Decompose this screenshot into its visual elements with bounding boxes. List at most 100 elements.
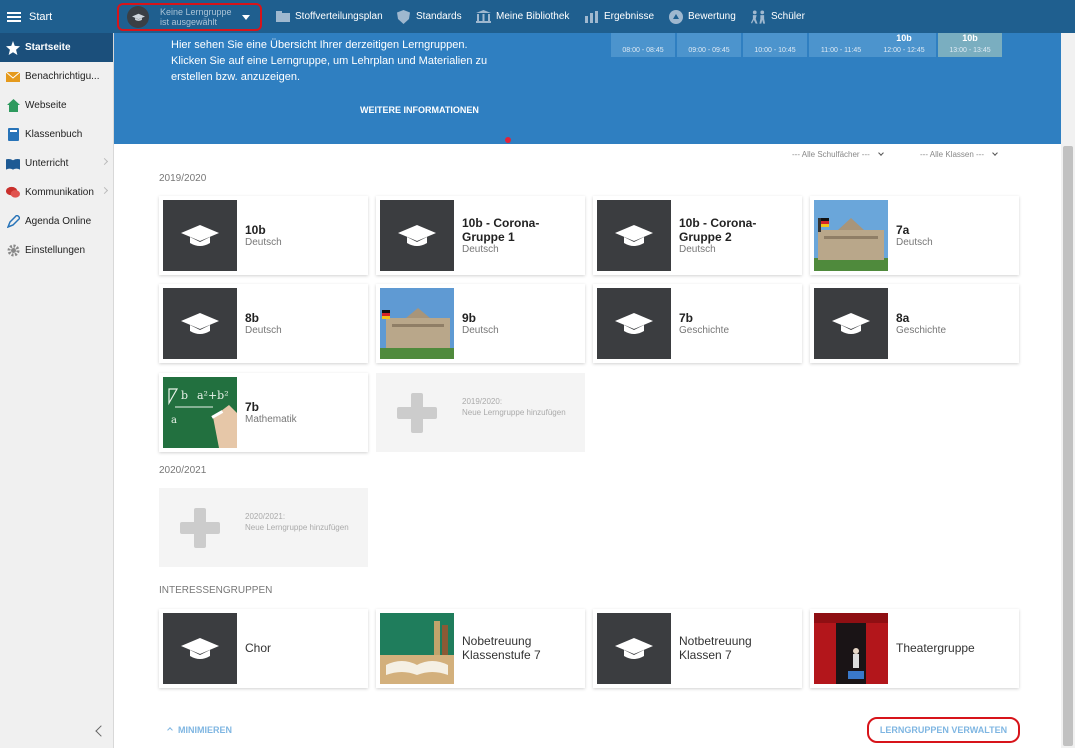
- group-card-title: 8b Deutsch: [245, 311, 363, 337]
- group-card-subject: Geschichte: [896, 325, 947, 336]
- svg-text:a²+b²: a²+b²: [197, 389, 229, 402]
- shield-icon: [396, 9, 411, 24]
- books-photo: [380, 613, 454, 684]
- top-navigation: Start Keine Lerngruppe ist ausgewählt St…: [0, 0, 1075, 33]
- sidebar-item-startseite[interactable]: Startseite: [0, 33, 113, 62]
- plus-icon: [163, 492, 237, 563]
- group-card-subject: Deutsch: [462, 244, 499, 255]
- svg-text:b: b: [181, 389, 188, 402]
- sidebar-item-label: Startseite: [25, 42, 71, 53]
- graduation-cap-icon: [127, 6, 149, 28]
- nav-standards[interactable]: Standards: [396, 0, 462, 33]
- interest-group-name: Chor: [245, 641, 272, 655]
- group-card[interactable]: 10b - Corona-Gruppe 2 Deutsch: [593, 196, 802, 275]
- group-card[interactable]: 8a Geschichte: [810, 284, 1019, 363]
- nav-ergebnisse[interactable]: Ergebnisse: [584, 0, 654, 33]
- section-heading-interest: INTERESSENGRUPPEN: [159, 585, 273, 596]
- sidebar-item-webseite[interactable]: Webseite: [0, 91, 113, 120]
- sidebar-item-benachrichtigungen[interactable]: Benachrichtigu...: [0, 62, 113, 91]
- schedule-class: 10b: [896, 33, 912, 43]
- sidebar-item-label: Webseite: [25, 100, 67, 111]
- group-card[interactable]: b a²+b² a 7b Mathematik: [159, 373, 368, 452]
- caret-down-icon[interactable]: [242, 14, 250, 20]
- graduation-cap-icon: [597, 613, 671, 684]
- house-icon: [6, 99, 20, 113]
- sidebar-item-label: Einstellungen: [25, 245, 86, 256]
- schedule-slot[interactable]: 09:00 - 09:45: [677, 33, 741, 57]
- sidebar-item-kommunikation[interactable]: Kommunikation: [0, 178, 113, 207]
- sidebar-item-label: Kommunikation: [25, 187, 94, 198]
- sidebar: Startseite Benachrichtigu... Webseite Kl…: [0, 33, 114, 748]
- scrollbar-thumb[interactable]: [1063, 146, 1073, 746]
- schedule-slot[interactable]: 10b 12:00 - 12:45: [872, 33, 936, 57]
- group-card[interactable]: 7b Geschichte: [593, 284, 802, 363]
- schedule-time: 08:00 - 08:45: [622, 47, 664, 54]
- interest-group-card[interactable]: Theatergruppe: [810, 609, 1019, 688]
- minimize-label: MINIMIEREN: [178, 725, 232, 735]
- schedule-time: 13:00 - 13:45: [949, 47, 991, 54]
- svg-text:a: a: [171, 415, 177, 426]
- schedule-class: [809, 33, 873, 44]
- sidebar-item-einstellungen[interactable]: Einstellungen: [0, 236, 113, 265]
- graduation-cap-icon: [597, 288, 671, 359]
- schedule-slot-current[interactable]: 10b 13:00 - 13:45: [938, 33, 1002, 57]
- nav-meine-bibliothek-label: Meine Bibliothek: [496, 11, 570, 22]
- graduation-cap-icon: [814, 288, 888, 359]
- sidebar-item-label: Unterricht: [25, 158, 69, 169]
- nav-meine-bibliothek[interactable]: Meine Bibliothek: [476, 0, 569, 33]
- group-card-title: 10b - Corona-Gruppe 2 Deutsch: [679, 216, 797, 256]
- hamburger-icon[interactable]: [7, 11, 21, 22]
- reichstag-photo: [814, 200, 888, 271]
- group-card[interactable]: 9b Deutsch: [376, 284, 585, 363]
- add-group-card-2019[interactable]: 2019/2020: Neue Lerngruppe hinzufügen: [376, 373, 585, 452]
- group-card[interactable]: 7a Deutsch: [810, 196, 1019, 275]
- subject-filter-select[interactable]: --- Alle Schulfächer ---: [792, 150, 884, 159]
- schedule-time: 12:00 - 12:45: [883, 47, 925, 54]
- learning-group-select[interactable]: Keine Lerngruppe ist ausgewählt: [117, 3, 262, 31]
- group-card[interactable]: 10b - Corona-Gruppe 1 Deutsch: [376, 196, 585, 275]
- schedule-slot[interactable]: 11:00 - 11:45: [809, 33, 873, 57]
- interest-group-card[interactable]: Chor: [159, 609, 368, 688]
- group-card[interactable]: 10b Deutsch: [159, 196, 368, 275]
- group-card-subject: Deutsch: [245, 325, 282, 336]
- chevron-right-icon: [100, 157, 109, 166]
- interest-group-card[interactable]: Nobetreuung Klassenstufe 7: [376, 609, 585, 688]
- group-card-subject: Deutsch: [245, 237, 282, 248]
- sidebar-item-unterricht[interactable]: Unterricht: [0, 149, 113, 178]
- pen-icon: [6, 215, 20, 229]
- gear-icon: [6, 244, 20, 258]
- manage-groups-button[interactable]: LERNGRUPPEN VERWALTEN: [867, 717, 1020, 743]
- more-info-link[interactable]: WEITERE INFORMATIONEN: [360, 105, 479, 115]
- nav-bewertung[interactable]: Bewertung: [668, 0, 736, 33]
- group-card-title: 7b Geschichte: [679, 311, 797, 337]
- learning-group-select-text: Keine Lerngruppe ist ausgewählt: [160, 7, 232, 27]
- sidebar-item-klassenbuch[interactable]: Klassenbuch: [0, 120, 113, 149]
- nav-stoffverteilungsplan[interactable]: Stoffverteilungsplan: [275, 0, 383, 33]
- interest-group-card[interactable]: Notbetreuung Klassen 7: [593, 609, 802, 688]
- graduation-cap-icon: [380, 200, 454, 271]
- nav-schueler[interactable]: Schüler: [751, 0, 805, 33]
- bar-chart-icon: [584, 10, 599, 24]
- class-filter-select[interactable]: --- Alle Klassen ---: [920, 150, 998, 159]
- interest-group-name: Theatergruppe: [896, 641, 975, 655]
- schedule-slot[interactable]: 08:00 - 08:45: [611, 33, 675, 57]
- schedule-time: 10:00 - 10:45: [754, 47, 796, 54]
- group-card-title: 7b Mathematik: [245, 400, 363, 426]
- chevron-down-icon: [877, 150, 884, 156]
- group-card-title: 8a Geschichte: [896, 311, 1014, 337]
- group-card-subject: Geschichte: [679, 325, 730, 336]
- graduation-cap-icon: [597, 200, 671, 271]
- group-card[interactable]: 8b Deutsch: [159, 284, 368, 363]
- add-group-card-2020[interactable]: 2020/2021: Neue Lerngruppe hinzufügen: [159, 488, 368, 567]
- minimize-button[interactable]: MINIMIEREN: [167, 725, 232, 735]
- collapse-sidebar-icon[interactable]: [95, 725, 107, 737]
- folder-icon: [275, 10, 290, 24]
- schedule-slot[interactable]: 10:00 - 10:45: [743, 33, 807, 57]
- start-menu-button[interactable]: Start: [0, 0, 114, 33]
- group-card-subject: Mathematik: [245, 414, 297, 425]
- group-card-title: 9b Deutsch: [462, 311, 580, 337]
- section-heading-2020: 2020/2021: [159, 465, 207, 476]
- nav-schueler-label: Schüler: [771, 11, 805, 22]
- sidebar-item-agenda-online[interactable]: Agenda Online: [0, 207, 113, 236]
- carousel-dot[interactable]: [505, 137, 511, 143]
